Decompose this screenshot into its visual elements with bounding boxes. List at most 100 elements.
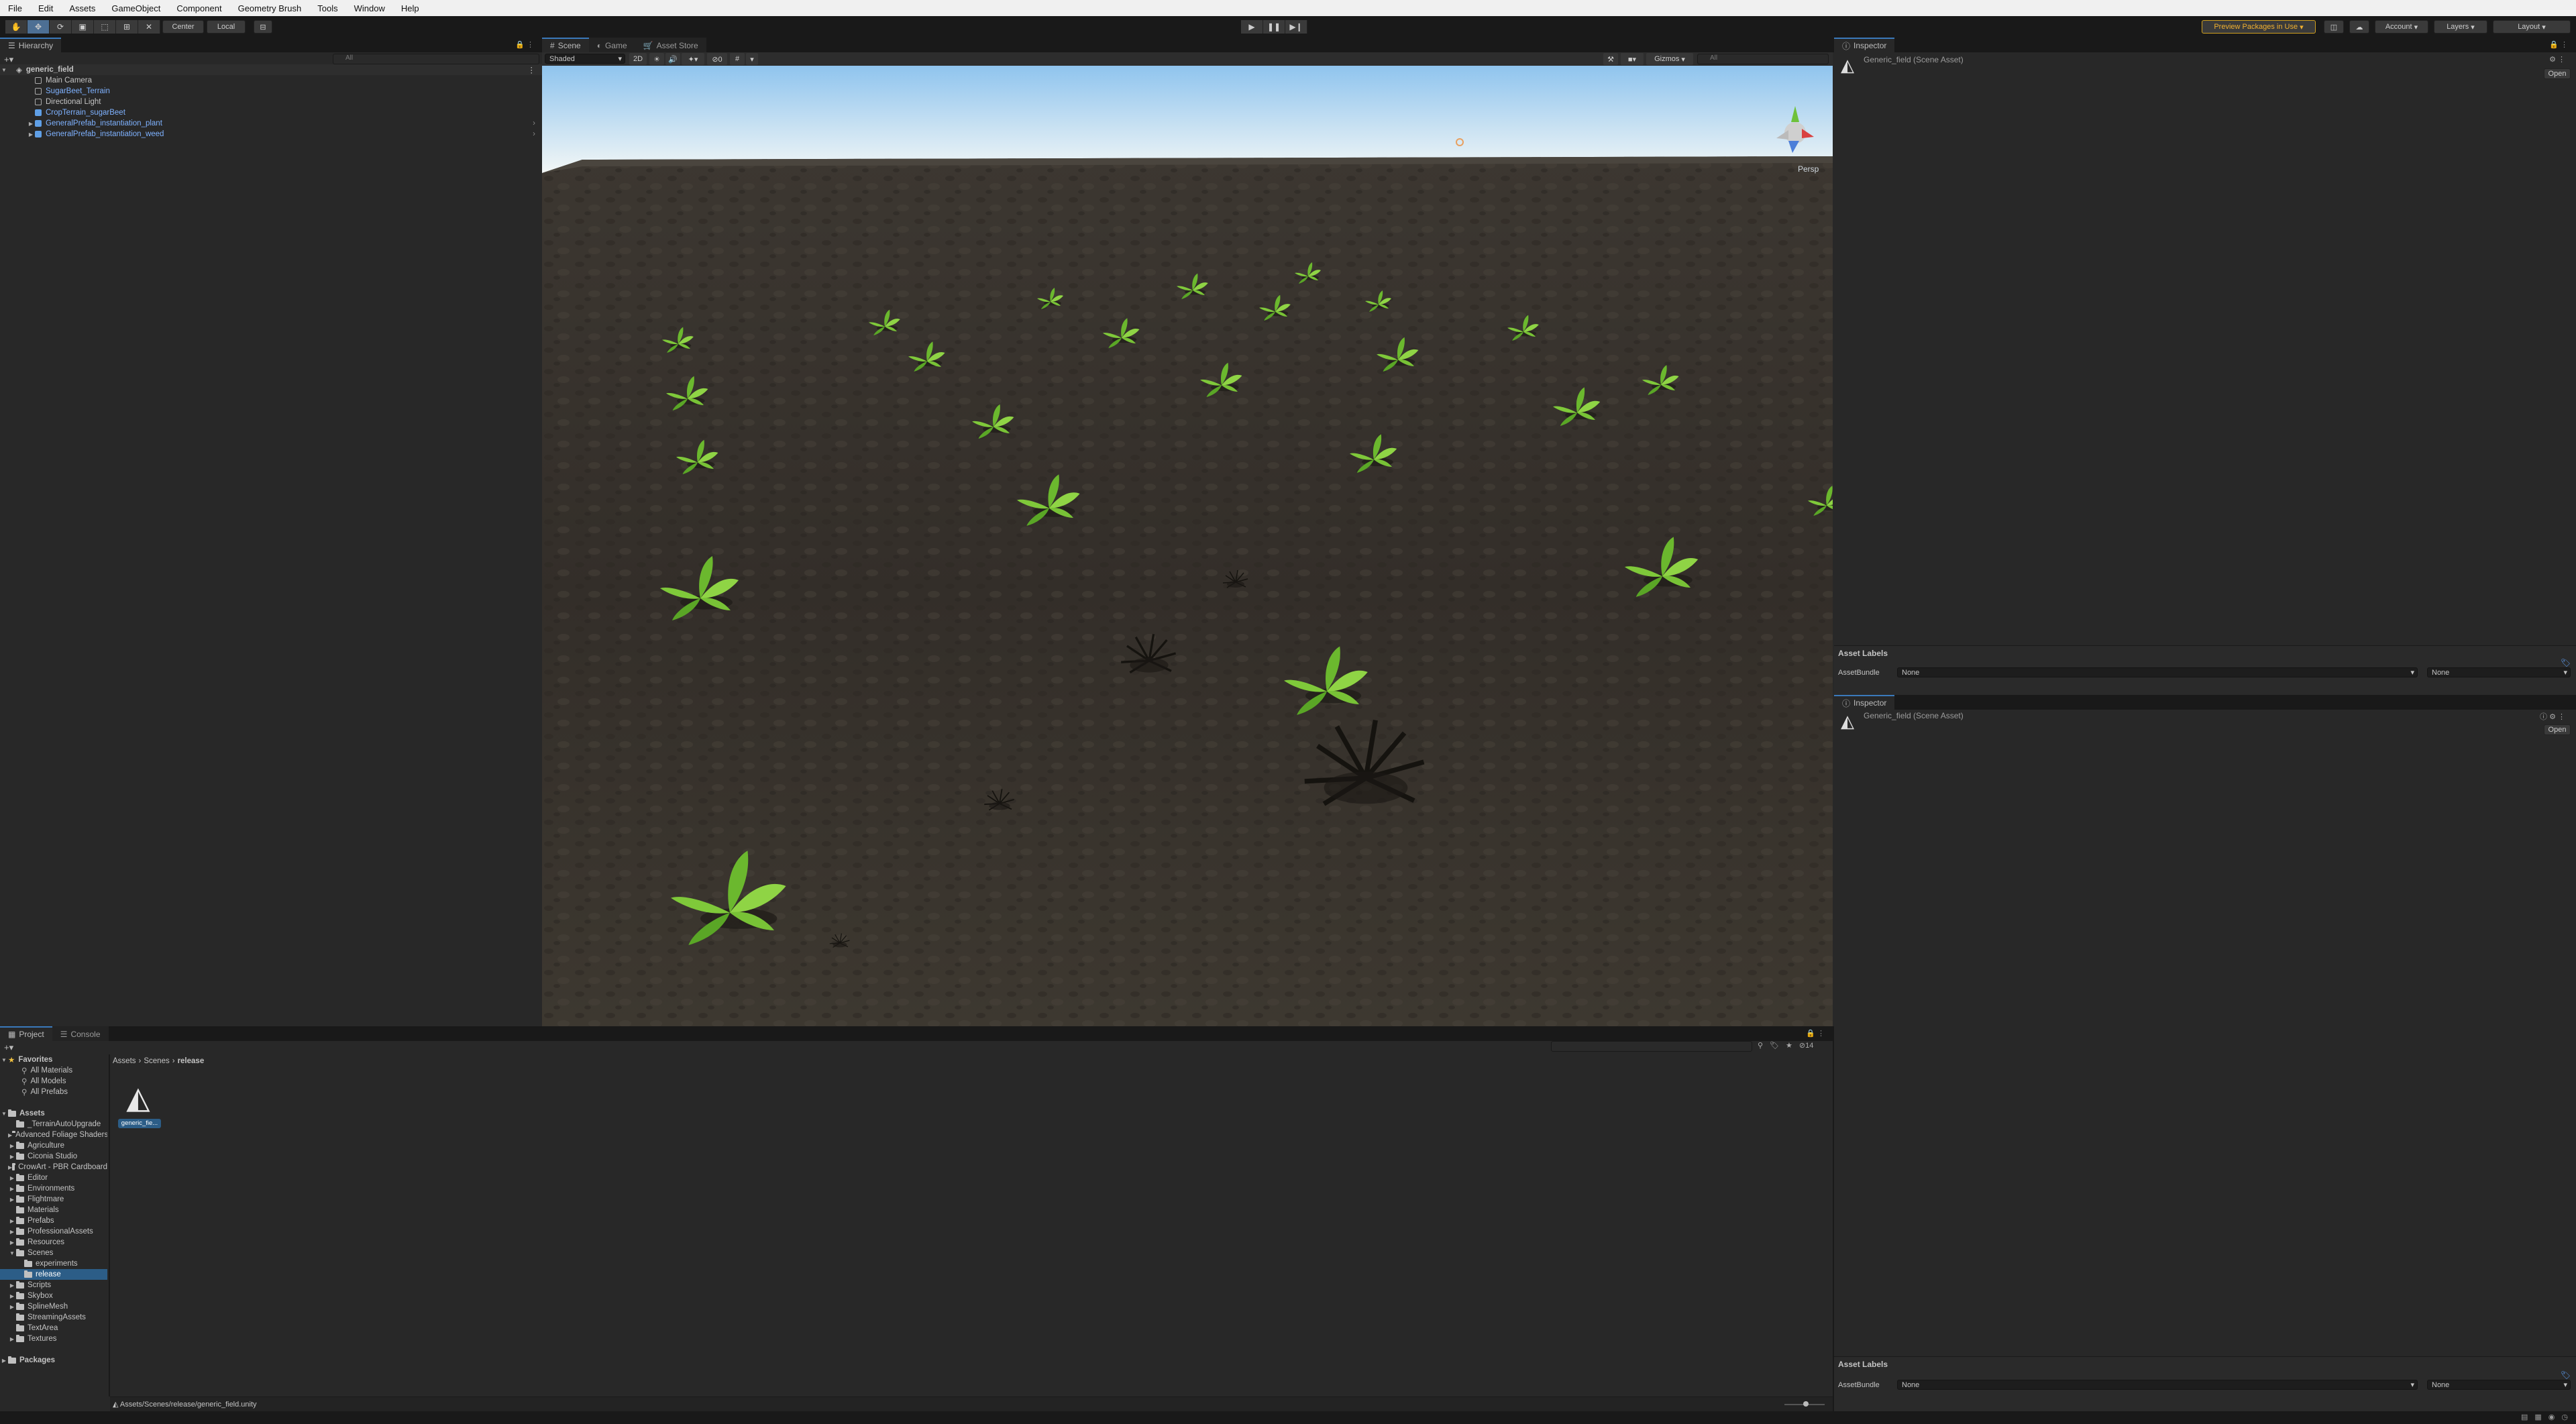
expand-arrow-icon[interactable]: ▶ — [8, 1218, 16, 1224]
camera-icon[interactable]: ■▾ — [1621, 53, 1644, 65]
layout-dropdown[interactable]: Layout ▾ — [2493, 20, 2571, 34]
assetbundle-dropdown-bottom[interactable]: None ▾ — [1897, 1380, 2418, 1390]
breadcrumb-item[interactable]: Scenes — [144, 1057, 169, 1065]
hierarchy-search-input[interactable]: All — [333, 54, 539, 64]
variant-dropdown-top[interactable]: None ▾ — [2427, 667, 2571, 677]
expand-arrow-icon[interactable]: ▶ — [27, 131, 35, 138]
expand-arrow-icon[interactable]: ▼ — [0, 67, 8, 73]
menu-help[interactable]: Help — [393, 3, 427, 13]
debug-icon[interactable]: ▦ — [2534, 1413, 2541, 1421]
menu-edit[interactable]: Edit — [30, 3, 61, 13]
breadcrumb-item[interactable]: Assets — [113, 1057, 136, 1065]
expand-arrow-icon[interactable]: ▶ — [0, 1358, 8, 1364]
favorites-row[interactable]: ▼ ★ Favorites — [0, 1054, 107, 1065]
hierarchy-item[interactable]: SugarBeet_Terrain — [0, 86, 542, 97]
menu-window[interactable]: Window — [346, 3, 393, 13]
scene-viewport[interactable]: Persp — [542, 66, 1833, 1026]
menu-assets[interactable]: Assets — [61, 3, 103, 13]
open-button-bottom[interactable]: Open — [2544, 724, 2571, 735]
folder-item[interactable]: StreamingAssets — [0, 1312, 107, 1323]
expand-arrow-icon[interactable]: ▶ — [8, 1336, 16, 1342]
favorite-icon[interactable]: ★ — [1786, 1041, 1792, 1050]
folder-item[interactable]: ▶ Environments — [0, 1183, 107, 1194]
scene-menu-icon[interactable]: ⋮ — [528, 65, 536, 74]
tab-scene[interactable]: # Scene — [542, 38, 589, 52]
menu-geometry-brush[interactable]: Geometry Brush — [230, 3, 310, 13]
expand-arrow-icon[interactable]: ▼ — [0, 1057, 8, 1063]
grid-snap-icon[interactable]: ⊟ — [254, 20, 272, 34]
folder-item[interactable]: ▶ ProfessionalAssets — [0, 1226, 107, 1237]
custom-tool-icon[interactable]: ✕ — [138, 20, 160, 34]
folder-item[interactable]: ▶ Advanced Foliage Shaders — [0, 1130, 107, 1140]
menu-gameobject[interactable]: GameObject — [103, 3, 168, 13]
scale-tool-icon[interactable]: ▣ — [72, 20, 94, 34]
expand-arrow-icon[interactable]: ▶ — [8, 1240, 16, 1246]
variant-dropdown-bottom[interactable]: None ▾ — [2427, 1380, 2571, 1390]
packages-row[interactable]: ▶ Packages — [0, 1355, 107, 1366]
menu-component[interactable]: Component — [168, 3, 229, 13]
transform-tool-icon[interactable]: ⊞ — [116, 20, 138, 34]
layers-dropdown[interactable]: Layers ▾ — [2434, 20, 2487, 34]
tab-asset-store[interactable]: 🛒 Asset Store — [635, 38, 706, 52]
expand-arrow-icon[interactable]: ▶ — [8, 1282, 16, 1289]
folder-item[interactable]: ▶ Flightmare — [0, 1194, 107, 1205]
grid-dropdown-icon[interactable]: ▾ — [746, 53, 758, 65]
pivot-local-button[interactable]: Local — [207, 20, 246, 34]
project-add-icon[interactable]: +▾ — [4, 1042, 13, 1053]
pivot-center-button[interactable]: Center — [162, 20, 204, 34]
tab-hierarchy[interactable]: ☰ Hierarchy — [0, 38, 62, 52]
project-search-input[interactable] — [1551, 1041, 1752, 1052]
folder-item[interactable]: ▶ Editor — [0, 1172, 107, 1183]
effects-icon[interactable]: ✦▾ — [682, 53, 704, 65]
hierarchy-item[interactable]: ▶ GeneralPrefab_instantiation_plant › — [0, 118, 542, 129]
assets-root-row[interactable]: ▼ Assets — [0, 1108, 107, 1119]
open-prefab-icon[interactable]: › — [533, 119, 535, 127]
open-prefab-icon[interactable]: › — [533, 130, 535, 138]
icon-size-slider-thumb[interactable] — [1803, 1401, 1809, 1407]
expand-arrow-icon[interactable]: ▶ — [8, 1293, 16, 1299]
mode-2d-toggle[interactable]: 2D — [629, 53, 647, 65]
hierarchy-item[interactable]: Directional Light — [0, 97, 542, 107]
folder-item[interactable]: experiments — [0, 1258, 107, 1269]
folder-item[interactable]: ▶ Scripts — [0, 1280, 107, 1291]
folder-item[interactable]: ▶ CrowArt - PBR Cardboard — [0, 1162, 107, 1172]
tree-splitter[interactable] — [109, 1054, 110, 1396]
expand-arrow-icon[interactable]: ▶ — [8, 1304, 16, 1310]
scene-row[interactable]: ▼ ◈ generic_field ⋮ — [0, 64, 542, 75]
hierarchy-item[interactable]: CropTerrain_sugarBeet — [0, 107, 542, 118]
folder-item[interactable]: Materials — [0, 1205, 107, 1215]
rect-tool-icon[interactable]: ⬚ — [94, 20, 116, 34]
folder-item[interactable]: TextArea — [0, 1323, 107, 1333]
hierarchy-item[interactable]: Main Camera — [0, 75, 542, 86]
audio-icon[interactable]: 🔊 — [665, 53, 680, 65]
cloud-icon[interactable]: ☁ — [2349, 20, 2369, 34]
folder-item[interactable]: ▶ Prefabs — [0, 1215, 107, 1226]
move-tool-icon[interactable]: ✥ — [28, 20, 50, 34]
tag-icon[interactable]: 🏷 — [2561, 1370, 2571, 1380]
folder-item[interactable]: ▶ Agriculture — [0, 1140, 107, 1151]
breadcrumb-item[interactable]: release — [178, 1057, 205, 1065]
filter-label-icon[interactable]: 🏷 — [1770, 1041, 1779, 1050]
tab-console[interactable]: ☰ Console — [52, 1026, 109, 1041]
hierarchy-item[interactable]: ▶ GeneralPrefab_instantiation_weed › — [0, 129, 542, 140]
expand-arrow-icon[interactable]: ▶ — [27, 121, 35, 127]
expand-arrow-icon[interactable]: ▶ — [8, 1186, 16, 1192]
assetbundle-dropdown-top[interactable]: None ▾ — [1897, 667, 2418, 677]
folder-item[interactable]: ▼ Scenes — [0, 1248, 107, 1258]
pause-icon[interactable]: ❚❚ — [1263, 20, 1285, 34]
tag-icon[interactable]: 🏷 — [2561, 658, 2571, 667]
folder-item[interactable]: release — [0, 1269, 107, 1280]
inspector-bottom-settings-icon[interactable]: ⓘ ⚙ ⋮ — [2540, 711, 2565, 722]
tab-inspector-bottom[interactable]: ⓘ Inspector — [1834, 695, 1895, 710]
collab-icon[interactable]: ◫ — [2324, 20, 2344, 34]
expand-arrow-icon[interactable]: ▶ — [8, 1132, 12, 1138]
favorite-item[interactable]: ⚲ All Materials — [0, 1065, 107, 1076]
expand-arrow-icon[interactable]: ▼ — [0, 1111, 8, 1117]
favorite-item[interactable]: ⚲ All Models — [0, 1076, 107, 1087]
add-object-icon[interactable]: +▾ — [4, 54, 13, 65]
inspector-top-settings-icon[interactable]: ⚙ ⋮ — [2549, 55, 2565, 64]
expand-arrow-icon[interactable]: ▶ — [8, 1175, 16, 1181]
network-icon[interactable]: ◉ — [2548, 1413, 2555, 1421]
tab-inspector-top[interactable]: ⓘ Inspector — [1834, 38, 1895, 52]
tab-game[interactable]: ◐ Game — [588, 38, 635, 52]
